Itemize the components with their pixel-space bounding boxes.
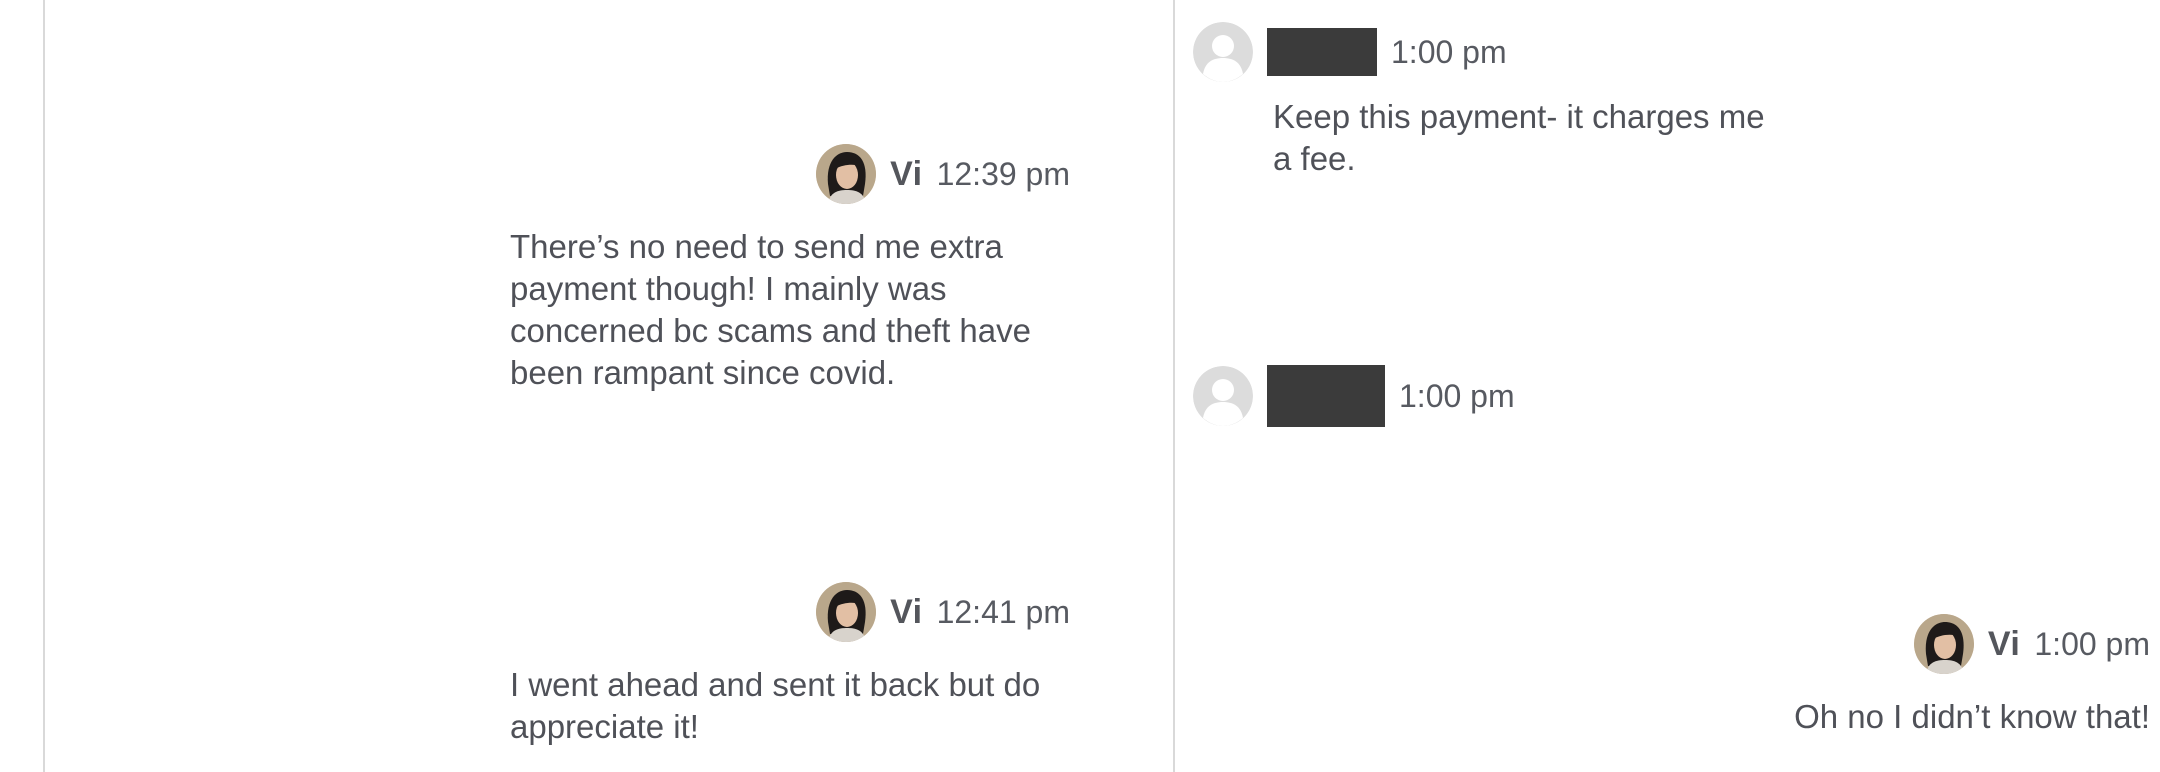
message-text: I went ahead and sent it back but do app… (510, 666, 1041, 745)
message-header: Vi 12:39 pm (510, 142, 1070, 206)
redacted-sender-name (1267, 28, 1377, 76)
message-text: Oh no I didn’t know that! (1794, 698, 2150, 735)
message-timestamp: 1:00 pm (2034, 625, 2150, 662)
user-photo-icon[interactable] (816, 582, 877, 642)
sender-name: Vi (890, 154, 923, 193)
message-text: Keep this payment- it charges me a fee. (1273, 98, 1765, 177)
user-photo-icon[interactable] (816, 144, 877, 204)
default-user-icon[interactable] (1193, 366, 1253, 426)
right-chat-panel: 1:00 pm Keep this payment- it charges me… (1175, 0, 2160, 772)
default-user-icon[interactable] (1193, 22, 1253, 82)
message-text: There’s no need to send me extra payment… (510, 228, 1031, 391)
sender-name: Vi (890, 592, 923, 631)
message-timestamp: 12:39 pm (936, 155, 1070, 192)
sender-name: Vi (1987, 624, 2021, 663)
chat-message: 1:00 pm Keep this payment- it charges me… (1193, 20, 1793, 180)
message-timestamp: 1:00 pm (1399, 377, 1515, 414)
chat-message: Vi 12:41 pm I went ahead and sent it bac… (510, 580, 1070, 748)
redacted-sender-name (1267, 365, 1385, 427)
chat-message: Vi 12:39 pm There’s no need to send me e… (510, 142, 1070, 394)
chat-message: 1:00 pm (1193, 364, 1793, 428)
message-header: 1:00 pm (1193, 20, 1793, 84)
message-header: Vi 1:00 pm (1560, 612, 2150, 676)
message-timestamp: 12:41 pm (936, 593, 1070, 630)
left-chat-panel: Vi 12:39 pm There’s no need to send me e… (45, 0, 1173, 772)
message-timestamp: 1:00 pm (1391, 33, 1507, 70)
chat-message: Vi 1:00 pm Oh no I didn’t know that! (1560, 612, 2150, 738)
message-header: Vi 12:41 pm (510, 580, 1070, 644)
user-photo-icon[interactable] (1913, 614, 1974, 674)
message-header: 1:00 pm (1193, 364, 1793, 428)
